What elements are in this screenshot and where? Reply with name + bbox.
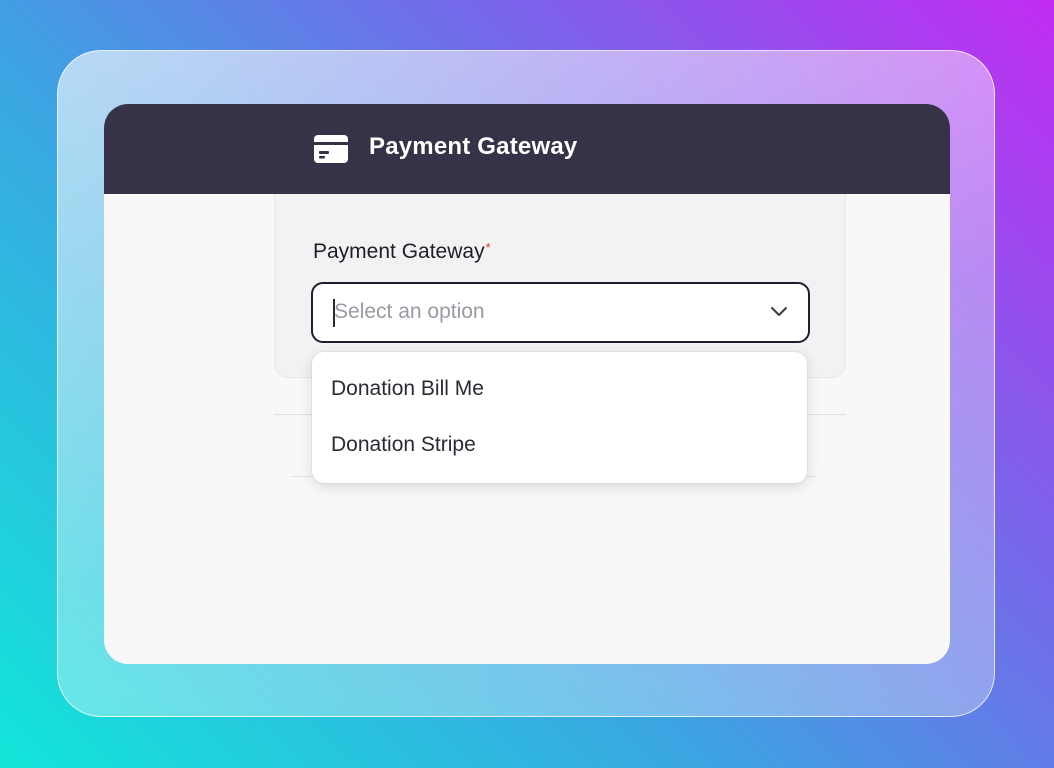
- chevron-down-icon[interactable]: [770, 305, 788, 319]
- field-label-text: Payment Gateway: [313, 240, 485, 263]
- app-window: Payment Gateway Payment Gateway* Select …: [104, 104, 950, 664]
- page-title: Payment Gateway: [369, 133, 578, 160]
- payment-gateway-select[interactable]: Select an option: [311, 282, 810, 343]
- payment-gateway-label: Payment Gateway*: [313, 240, 491, 264]
- header-bar: Payment Gateway: [104, 104, 950, 194]
- option-donation-stripe[interactable]: Donation Stripe: [331, 433, 476, 457]
- select-placeholder: Select an option: [334, 300, 485, 323]
- credit-card-icon: [314, 135, 348, 163]
- options-dropdown: Donation Bill Me Donation Stripe: [312, 352, 807, 483]
- option-donation-bill-me[interactable]: Donation Bill Me: [331, 377, 484, 401]
- form-panel: Payment Gateway* Select an option: [274, 194, 846, 378]
- required-marker: *: [485, 240, 491, 255]
